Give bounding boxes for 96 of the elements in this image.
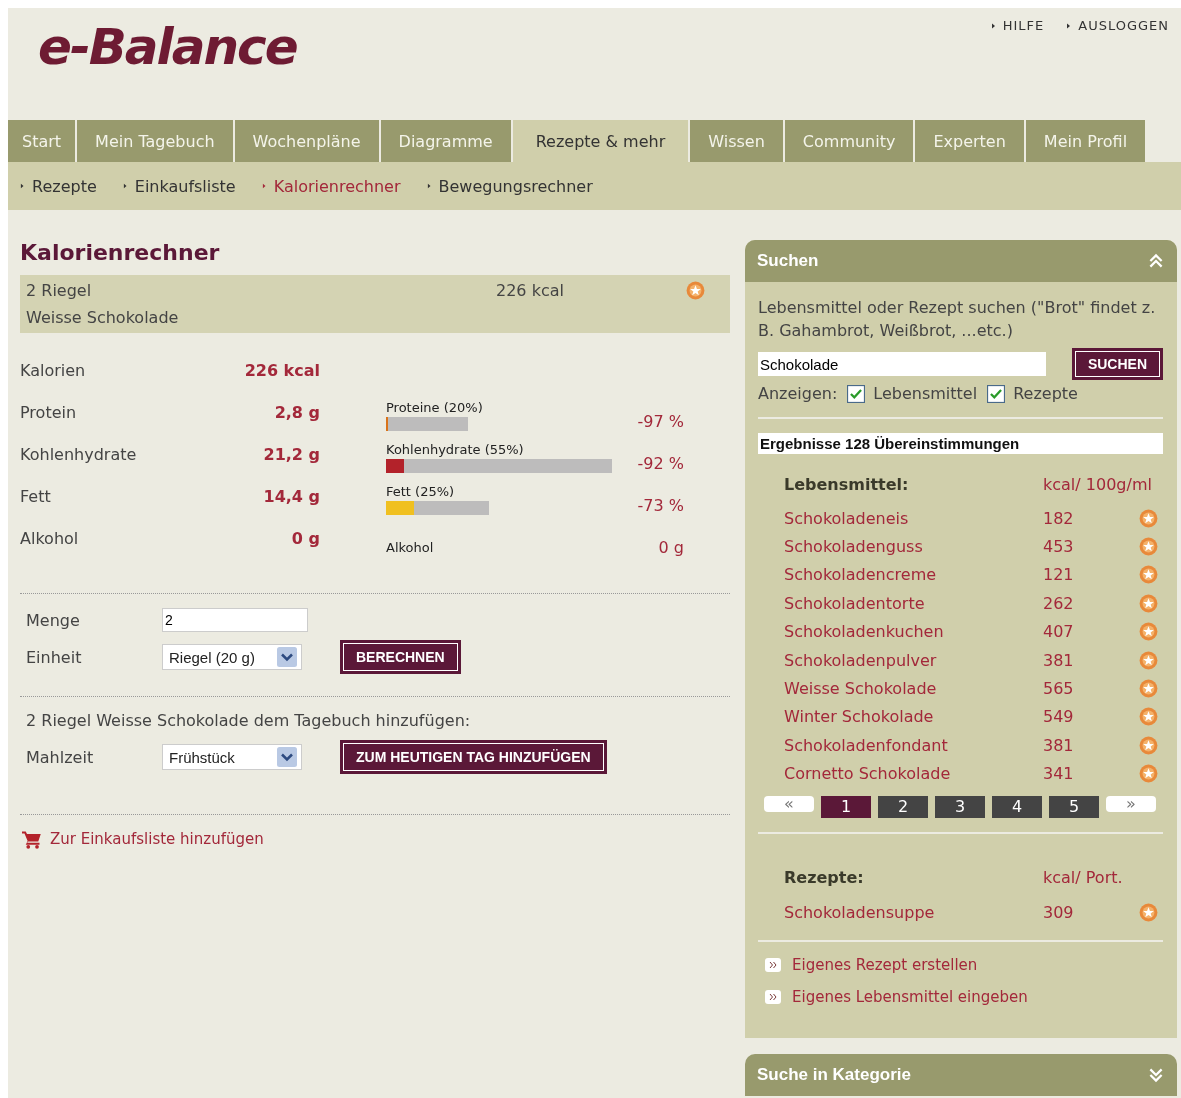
bar-label: Proteine (20%) [386, 400, 484, 415]
shopping-list-link[interactable]: Zur Einkaufsliste hinzufügen [20, 829, 730, 849]
column-header: kcal/ Port. [1043, 868, 1123, 888]
star-icon [686, 281, 705, 300]
nav-tab[interactable]: Diagramme [380, 120, 511, 162]
kcal-value: 407 [1043, 622, 1075, 642]
result-link[interactable]: Schokoladensuppe [784, 902, 1043, 922]
nutrient-value: 21,2 g [263, 445, 320, 466]
subnav-link[interactable]: Rezepte [20, 176, 97, 196]
nutrient-value: 2,8 g [274, 403, 320, 424]
result-link[interactable]: Schokoladenguss [784, 537, 1043, 557]
subnav-link[interactable]: Bewegungsrechner [426, 176, 593, 196]
kcal-value: 381 [1043, 650, 1075, 670]
panel-title: Suche in Kategorie [757, 1065, 911, 1086]
expand-icon [1147, 1066, 1165, 1085]
nutrient-label: Alkohol [20, 529, 79, 550]
result-link[interactable]: Schokoladeneis [784, 508, 1043, 528]
nav-tab[interactable]: Experten [915, 120, 1024, 162]
bar-label: Fett (25%) [386, 484, 456, 499]
search-button[interactable]: SUCHEN [1071, 348, 1163, 380]
field-label: Mahlzeit [26, 747, 95, 767]
diary-text: 2 Riegel Weisse Schokolade dem Tagebuch hinzufügen: [26, 711, 472, 730]
nutrient-value: 14,4 g [263, 487, 320, 508]
page-number[interactable]: 1 [821, 795, 871, 818]
kcal-value: 381 [1043, 735, 1075, 755]
kcal-value: 341 [1043, 764, 1075, 784]
bar-label: Kohlenhydrate (55%) [386, 442, 525, 457]
percent-value: -73 % [636, 496, 684, 515]
double-chevron-icon [764, 957, 782, 974]
nav-tab[interactable]: Community [784, 120, 914, 162]
double-chevron-icon [764, 989, 782, 1006]
header-link[interactable]: HILFE [990, 18, 1045, 33]
percent-value: -92 % [636, 454, 684, 473]
nutrient-label: Kohlenhydrate [20, 445, 137, 466]
kcal-value: 121 [1043, 565, 1075, 585]
result-link[interactable]: Winter Schokolade [784, 707, 1043, 727]
meal-select[interactable]: Frühstück [162, 744, 302, 770]
subnav-link[interactable]: Kalorienrechner [261, 176, 401, 196]
result-link[interactable]: Schokoladenfondant [784, 735, 1043, 755]
nutrient-label: Protein [20, 403, 77, 424]
kcal-value: 309 [1043, 902, 1075, 922]
nav-tab[interactable]: Wissen [690, 120, 783, 162]
percent-value: -97 % [636, 412, 684, 431]
page-number[interactable]: 2 [878, 795, 928, 818]
result-link[interactable]: Cornetto Schokolade [784, 764, 1043, 784]
panel-link[interactable]: Eigenes Rezept erstellen [764, 956, 1163, 975]
collapse-icon [1147, 252, 1165, 270]
kcal-value: 565 [1043, 679, 1075, 699]
panel-link[interactable]: Eigenes Lebensmittel eingeben [764, 988, 1163, 1007]
kcal-value: 453 [1043, 537, 1075, 557]
food-name: Weisse Schokolade [26, 308, 180, 327]
nav-tab[interactable]: Mein Tagebuch [77, 120, 233, 162]
page-number[interactable]: 4 [992, 795, 1042, 818]
amount-text: 2 Riegel [26, 281, 93, 300]
page-number[interactable]: 3 [935, 795, 985, 818]
percent-value: 0 g [657, 538, 684, 557]
kcal-text: 226 kcal [496, 281, 565, 300]
page-number[interactable]: 5 [1049, 795, 1099, 818]
panel-title: Suchen [757, 251, 819, 271]
unit-select[interactable]: Riegel (20 g) [162, 644, 302, 670]
kcal-value: 549 [1043, 707, 1075, 727]
nutrient-label: Kalorien [20, 361, 86, 382]
add-to-today-button[interactable]: ZUM HEUTIGEN TAG HINZUFÜGEN [340, 740, 607, 774]
field-label: Einheit [26, 647, 83, 667]
kcal-value: 182 [1043, 508, 1075, 528]
results-title: Ergebnisse 128 Übereinstimmungen [758, 433, 1163, 454]
cart-icon [20, 829, 44, 849]
search-field[interactable]: Schokolade [758, 352, 1046, 376]
logo[interactable]: e-Balance [38, 18, 297, 76]
nav-tab[interactable]: Wochenpläne [234, 120, 379, 162]
nutrient-value: 0 g [291, 529, 320, 550]
bar-label: Alkohol [386, 540, 435, 555]
column-header: Rezepte: [784, 868, 865, 888]
filter-checkbox[interactable]: Rezepte [987, 384, 1078, 403]
nav-tab[interactable]: Start [8, 120, 76, 162]
calculate-button[interactable]: BERECHNEN [340, 640, 461, 674]
result-link[interactable]: Weisse Schokolade [784, 679, 1043, 699]
nav-tab[interactable]: Mein Profil [1025, 120, 1146, 162]
kcal-value: 262 [1043, 593, 1075, 613]
field-label: Menge [26, 610, 81, 630]
header-link[interactable]: AUSLOGGEN [1066, 18, 1169, 33]
result-link[interactable]: Schokoladencreme [784, 565, 1043, 585]
result-link[interactable]: Schokoladenpulver [784, 650, 1043, 670]
quantity-field[interactable]: 2 [162, 608, 308, 632]
filter-checkbox[interactable]: Lebensmittel [847, 384, 978, 403]
nav-tab[interactable]: Rezepte & mehr [512, 120, 689, 162]
page-title: Kalorienrechner [20, 240, 221, 265]
result-link[interactable]: Schokoladenkuchen [784, 622, 1043, 642]
result-link[interactable]: Schokoladentorte [784, 593, 1043, 613]
subnav-link[interactable]: Einkaufsliste [122, 176, 236, 196]
filter-label: Anzeigen: [758, 384, 838, 403]
nutrient-value: 226 kcal [244, 361, 320, 382]
column-header: Lebensmittel: [784, 474, 910, 494]
nutrient-label: Fett [20, 487, 51, 508]
column-header: kcal/ 100g/ml [1043, 474, 1152, 494]
search-hint: Lebensmittel oder Rezept suchen ("Brot" findet z. B. Gahambrot, Weißbrot, ...etc.) [758, 297, 1157, 342]
